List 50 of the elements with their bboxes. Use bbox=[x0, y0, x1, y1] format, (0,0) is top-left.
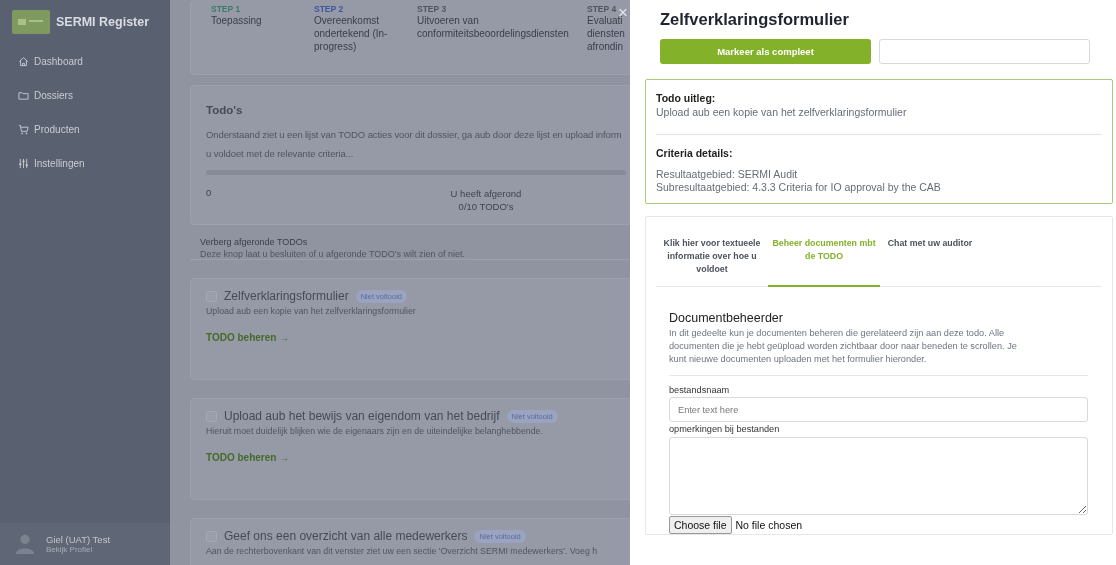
filename-field[interactable]: Enter text here bbox=[669, 397, 1088, 422]
section-title: Documentbeheerder bbox=[669, 311, 784, 325]
step-number: STEP 3 bbox=[417, 4, 447, 14]
manage-link[interactable]: TODO beheren → bbox=[206, 452, 290, 463]
file-status: No file chosen bbox=[735, 519, 803, 531]
progress-count: 0 bbox=[206, 187, 213, 200]
nav-item[interactable]: Instellingen bbox=[0, 146, 170, 180]
progress-summary: U heeft afgerond 0/10 TODO's bbox=[449, 187, 523, 213]
step-number: STEP 1 bbox=[211, 4, 241, 14]
user-name: Giel (UAT) Test bbox=[46, 534, 111, 545]
folder-icon bbox=[18, 89, 29, 101]
criteria-line: Subresultaatgebied: 4.3.3 Criteria for IO approval by the CAB bbox=[656, 181, 942, 193]
nav-item[interactable]: Producten bbox=[0, 112, 170, 146]
field-label: opmerkingen bij bestanden bbox=[669, 424, 781, 434]
remarks-field[interactable] bbox=[669, 437, 1088, 515]
criteria-line: Resultaatgebied: SERMI Audit bbox=[656, 168, 799, 180]
field-label: bestandsnaam bbox=[669, 385, 731, 395]
tab[interactable]: Chat met uw auditor bbox=[880, 235, 980, 287]
tab[interactable]: Beheer documenten mbt de TODO bbox=[768, 235, 880, 287]
section-description: Onderstaand ziet u een lijst van TODO acties voor dit dossier, ga aub door deze lijst en upload inform bbox=[206, 128, 622, 141]
info-heading: Todo uitleg: bbox=[656, 92, 717, 104]
section-description: In dit gedeelte kun je documenten beheren die gerelateerd zijn aan deze todo. Alle documenten die je hebt geüpload worden zichtbaar door naar beneden te scrollen. Je kunt nieuwe documenten uploaden met het formulier hieronder. bbox=[669, 327, 1018, 366]
brand-name: SERMI Register bbox=[56, 15, 150, 29]
panel-title: Zelfverklaringsformulier bbox=[660, 10, 850, 29]
complete-button[interactable]: Markeer als compleet bbox=[660, 39, 871, 64]
avatar-icon bbox=[14, 533, 36, 555]
info-heading: Criteria details: bbox=[656, 147, 734, 159]
cart-icon bbox=[18, 123, 29, 135]
section-title: Todo's bbox=[206, 104, 244, 116]
todo-title: Upload aub het bewijs van eigendom van het bedrijf bbox=[224, 409, 500, 423]
logo-icon bbox=[12, 10, 50, 34]
todo-title: Zelfverklaringsformulier bbox=[224, 289, 349, 303]
toggle-title: Verberg afgeronde TODOs bbox=[200, 237, 309, 247]
step-label: Toepassing bbox=[211, 14, 263, 27]
todo-title: Geef ons een overzicht van alle medewerkers bbox=[224, 529, 468, 543]
manage-link[interactable]: TODO beheren → bbox=[206, 332, 290, 343]
step-number: STEP 2 bbox=[314, 4, 344, 14]
info-text: Upload aub een kopie van het zelfverklaringsformulier bbox=[656, 106, 908, 118]
profile-link[interactable]: Bekijk Profiel bbox=[46, 545, 111, 554]
tab[interactable]: Klik hier voor textueele informatie over hoe u voldoet bbox=[656, 235, 768, 287]
choose-file-button[interactable]: Choose file bbox=[669, 516, 732, 534]
sliders-icon bbox=[18, 157, 29, 169]
step-label: Overeenkomst ondertekend (In-progress) bbox=[314, 14, 389, 53]
home-icon bbox=[18, 55, 29, 67]
step-number: STEP 4 bbox=[587, 4, 617, 14]
step-label: Uitvoeren van conformiteitsbeoordelingsdiensten bbox=[417, 14, 570, 40]
nav-item[interactable]: Dashboard bbox=[0, 44, 170, 78]
input-field[interactable] bbox=[879, 39, 1090, 64]
todo-description: Hieruit moet duidelijk blijken wie de eigenaars zijn en de uiteindelijke belanghebbende. bbox=[206, 425, 543, 438]
nav-item[interactable]: Dossiers bbox=[0, 78, 170, 112]
